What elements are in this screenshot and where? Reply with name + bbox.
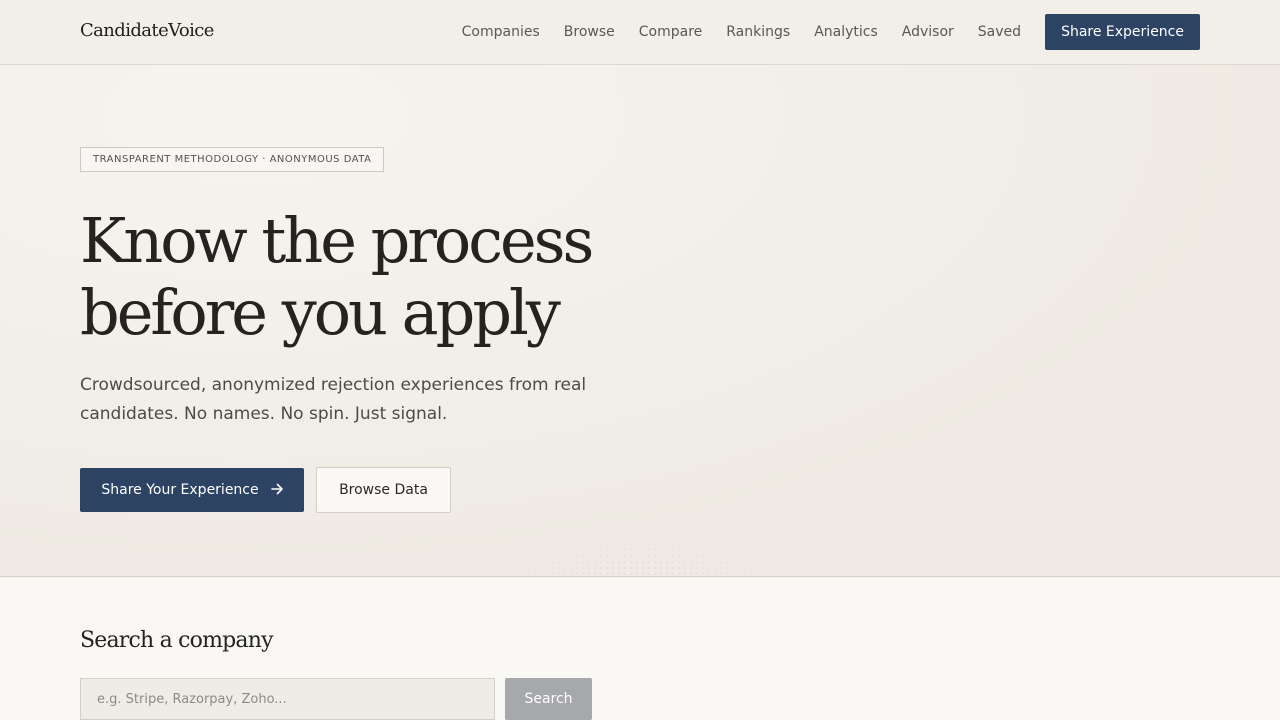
browse-data-button[interactable]: Browse Data	[316, 467, 451, 513]
methodology-badge: TRANSPARENT METHODOLOGY · ANONYMOUS DATA	[80, 147, 385, 172]
company-search-section: Search a company Search	[0, 578, 1280, 720]
nav-link-saved[interactable]: Saved	[978, 24, 1021, 40]
hero-subheading-line-2: candidates. No names. No spin. Just sign…	[80, 404, 448, 424]
search-section-title: Search a company	[80, 628, 274, 653]
company-search-input[interactable]	[80, 678, 495, 720]
hero-subheading-line-1: Crowdsourced, anonymized rejection exper…	[80, 375, 587, 395]
nav-link-rankings[interactable]: Rankings	[726, 24, 790, 40]
nav-link-compare[interactable]: Compare	[639, 24, 703, 40]
nav-link-advisor[interactable]: Advisor	[902, 24, 954, 40]
nav-link-companies[interactable]: Companies	[462, 24, 540, 40]
main-nav: Companies Browse Compare Rankings Analyt…	[462, 14, 1200, 50]
nav-link-browse[interactable]: Browse	[564, 24, 615, 40]
share-your-experience-button[interactable]: Share Your Experience	[80, 468, 304, 512]
brand-logo[interactable]: CandidateVoice	[80, 20, 214, 41]
dot-pattern-decoration	[490, 535, 790, 576]
top-navigation-bar: CandidateVoice Companies Browse Compare …	[0, 0, 1280, 65]
arrow-right-icon	[270, 481, 283, 499]
share-experience-button[interactable]: Share Experience	[1045, 14, 1200, 50]
hero-headline-line-2: before you apply	[80, 276, 561, 349]
hero-headline-line-1: Know the process	[80, 204, 594, 277]
hero-section: TRANSPARENT METHODOLOGY · ANONYMOUS DATA…	[0, 65, 1280, 577]
search-button[interactable]: Search	[505, 678, 592, 720]
hero-subheading: Crowdsourced, anonymized rejection exper…	[80, 371, 620, 429]
share-your-experience-label: Share Your Experience	[101, 482, 259, 498]
hero-headline: Know the process before you apply	[80, 205, 700, 349]
nav-link-analytics[interactable]: Analytics	[814, 24, 878, 40]
